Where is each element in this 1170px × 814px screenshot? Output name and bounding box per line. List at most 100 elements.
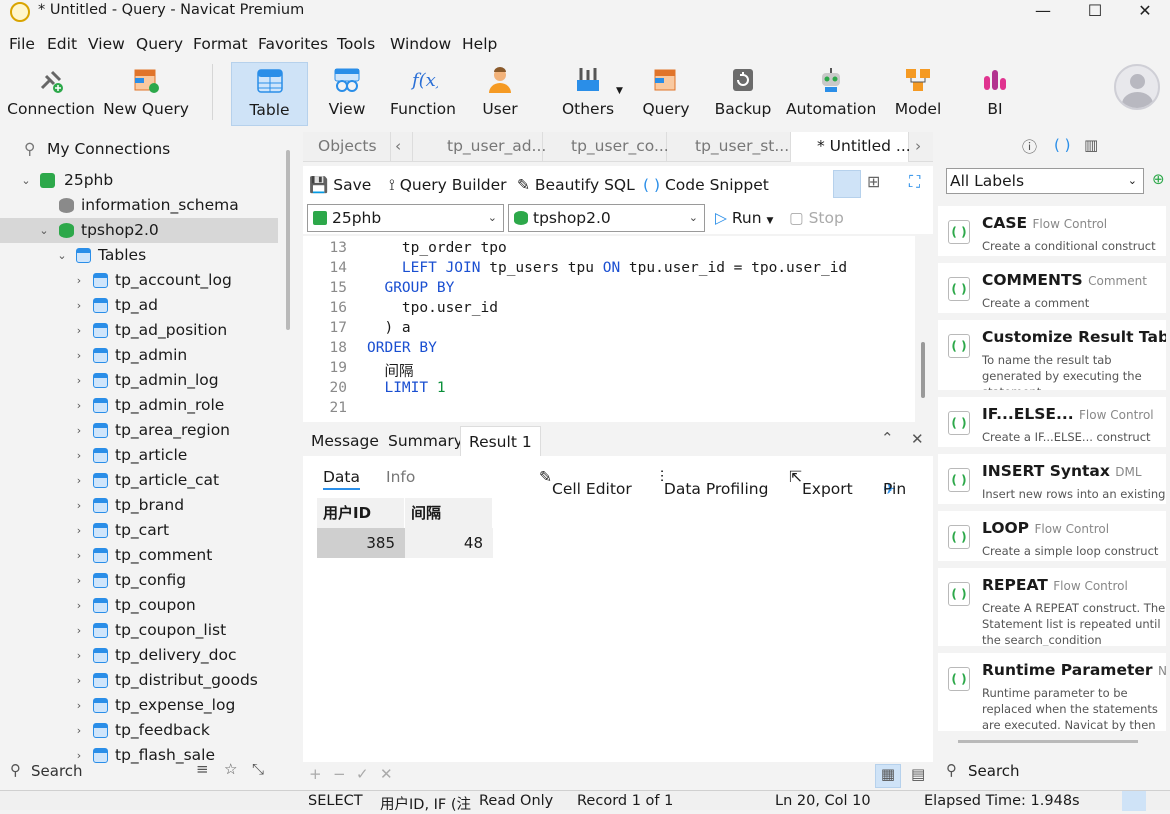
column-header[interactable]: 间隔 bbox=[405, 498, 493, 528]
tree-table-item[interactable]: › tp_delivery_doc bbox=[0, 643, 278, 668]
tree-table-item[interactable]: › tp_article_cat bbox=[0, 468, 278, 493]
tree-table-item[interactable]: › tp_feedback bbox=[0, 718, 278, 743]
tab-info[interactable]: Info bbox=[386, 468, 415, 486]
menu-tools[interactable]: Tools bbox=[337, 35, 375, 53]
braces-icon[interactable]: ( ) bbox=[1054, 136, 1070, 154]
tree-table-item[interactable]: › tp_cart bbox=[0, 518, 278, 543]
view-button[interactable]: View bbox=[314, 62, 380, 126]
tree-db-tpshop[interactable]: ⌄ tpshop2.0 bbox=[0, 218, 278, 243]
tree-table-item[interactable]: › tp_coupon_list bbox=[0, 618, 278, 643]
chevron-down-icon[interactable]: ⌄ bbox=[37, 218, 51, 243]
chevron-right-icon[interactable]: › bbox=[72, 543, 86, 568]
tree-search-input[interactable]: Search bbox=[31, 762, 83, 780]
connection-select[interactable]: 25phb ⌄ bbox=[307, 204, 504, 232]
tree-table-item[interactable]: › tp_ad bbox=[0, 293, 278, 318]
tree-table-item[interactable]: › tp_ad_position bbox=[0, 318, 278, 343]
sql-editor[interactable]: 13 tp_order tpo 14 LEFT JOIN tp_users tpu… bbox=[303, 236, 915, 422]
snippet-item[interactable]: ( ) CASE Flow Control Create a conditional… bbox=[938, 206, 1166, 256]
snippet-item[interactable]: ( ) INSERT Syntax DML Insert new rows into… bbox=[938, 454, 1166, 504]
menu-view[interactable]: View bbox=[88, 35, 125, 53]
tab-tp-user-ad[interactable]: tp_user_ad... bbox=[419, 132, 546, 162]
database-select[interactable]: tpshop2.0 ⌄ bbox=[508, 204, 705, 232]
label-filter-select[interactable]: All Labels ⌄ bbox=[946, 168, 1144, 194]
chevron-right-icon[interactable]: › bbox=[72, 643, 86, 668]
chevron-right-icon[interactable]: › bbox=[72, 618, 86, 643]
close-icon[interactable]: ✕ bbox=[911, 430, 924, 448]
chevron-right-icon[interactable]: › bbox=[72, 668, 86, 693]
filter-icon[interactable]: ≡ bbox=[196, 760, 209, 778]
fullscreen-icon[interactable]: ⛶ bbox=[909, 172, 920, 192]
tab-scroll-left-icon[interactable]: ‹ bbox=[391, 132, 413, 162]
chevron-right-icon[interactable]: › bbox=[72, 418, 86, 443]
tab-tp-user-co[interactable]: tp_user_co... bbox=[543, 132, 669, 162]
chevron-right-icon[interactable]: › bbox=[72, 293, 86, 318]
discard-icon[interactable]: ✕ bbox=[380, 765, 393, 783]
run-button[interactable]: ▷ Run ▼ bbox=[715, 209, 773, 227]
code-line[interactable]: ) a bbox=[367, 320, 410, 336]
chevron-right-icon[interactable]: › bbox=[72, 468, 86, 493]
add-snippet-icon[interactable]: ⊕ bbox=[1152, 170, 1165, 188]
tree-table-item[interactable]: › tp_admin_log bbox=[0, 368, 278, 393]
snippet-item[interactable]: ( ) Runtime Parameter Nav Runtime paramete… bbox=[938, 653, 1166, 731]
beautify-sql-button[interactable]: ✎ Beautify SQL bbox=[517, 176, 635, 194]
new-query-button[interactable]: New Query bbox=[100, 62, 192, 126]
column-header[interactable]: 用户ID bbox=[317, 498, 405, 528]
backup-button[interactable]: Backup bbox=[712, 62, 774, 126]
menu-favorites[interactable]: Favorites bbox=[258, 35, 328, 53]
menu-window[interactable]: Window bbox=[390, 35, 451, 53]
chevron-down-icon[interactable]: ⌄ bbox=[19, 168, 33, 193]
tree-table-item[interactable]: › tp_brand bbox=[0, 493, 278, 518]
tree-table-item[interactable]: › tp_expense_log bbox=[0, 693, 278, 718]
others-dropdown-icon[interactable]: ▼ bbox=[616, 86, 623, 96]
query-builder-button[interactable]: ⟟ Query Builder bbox=[389, 176, 507, 195]
stop-button[interactable]: ▢ Stop bbox=[789, 209, 844, 227]
chevron-right-icon[interactable]: › bbox=[72, 693, 86, 718]
collapse-up-icon[interactable]: ⌃ bbox=[881, 429, 894, 447]
info-icon[interactable]: ⓘ bbox=[1022, 136, 1037, 157]
code-line[interactable]: ORDER BY bbox=[367, 340, 437, 356]
snippet-item[interactable]: ( ) Customize Result Tab To name the resu… bbox=[938, 320, 1166, 390]
apply-icon[interactable]: ✓ bbox=[356, 765, 369, 783]
menu-query[interactable]: Query bbox=[136, 35, 183, 53]
tab-summary[interactable]: Summary bbox=[380, 426, 471, 456]
delete-row-icon[interactable]: − bbox=[333, 765, 346, 783]
menu-edit[interactable]: Edit bbox=[47, 35, 77, 53]
tree-scrollbar[interactable] bbox=[286, 150, 290, 330]
star-icon[interactable]: ☆ bbox=[224, 760, 237, 778]
tree-table-item[interactable]: › tp_admin bbox=[0, 343, 278, 368]
chevron-right-icon[interactable]: › bbox=[72, 568, 86, 593]
tree-table-item[interactable]: › tp_distribut_goods bbox=[0, 668, 278, 693]
chevron-right-icon[interactable]: › bbox=[72, 318, 86, 343]
chevron-right-icon[interactable]: › bbox=[72, 343, 86, 368]
layout-toggle-icon[interactable] bbox=[1122, 791, 1146, 811]
chevron-right-icon[interactable]: › bbox=[72, 368, 86, 393]
tree-table-item[interactable]: › tp_admin_role bbox=[0, 393, 278, 418]
collapse-icon[interactable]: ⤡ bbox=[252, 760, 264, 778]
chevron-right-icon[interactable]: › bbox=[72, 493, 86, 518]
tab-scroll-right-icon[interactable]: › bbox=[911, 132, 933, 162]
close-button[interactable]: ✕ bbox=[1120, 0, 1170, 26]
data-profiling-button[interactable]: ⫶ Data Profiling bbox=[660, 468, 768, 498]
tab-message[interactable]: Message bbox=[303, 426, 387, 456]
maximize-button[interactable]: ☐ bbox=[1070, 0, 1120, 26]
chevron-down-icon[interactable]: ⌄ bbox=[55, 243, 69, 268]
chevron-right-icon[interactable]: › bbox=[72, 593, 86, 618]
snippet-item[interactable]: ( ) REPEAT Flow Control Create A REPEAT co… bbox=[938, 568, 1166, 646]
connection-button[interactable]: Connection bbox=[6, 62, 96, 126]
layout-icon[interactable]: ▥ bbox=[1084, 136, 1098, 154]
editor-scrollbar[interactable] bbox=[921, 342, 925, 398]
model-button[interactable]: Model bbox=[888, 62, 948, 126]
user-avatar[interactable] bbox=[1114, 64, 1160, 110]
tab-untitled-query[interactable]: * Untitled ... bbox=[791, 132, 911, 162]
tree-connection-25phb[interactable]: ⌄ 25phb bbox=[0, 168, 278, 193]
add-row-icon[interactable]: + bbox=[309, 765, 322, 783]
tree-tables-folder[interactable]: ⌄ Tables bbox=[0, 243, 278, 268]
grid-cell[interactable]: 48 bbox=[405, 528, 493, 558]
tree-table-item[interactable]: › tp_account_log bbox=[0, 268, 278, 293]
export-button[interactable]: ⇱ Export bbox=[789, 468, 853, 498]
tree-table-item[interactable]: › tp_comment bbox=[0, 543, 278, 568]
others-button[interactable]: Others bbox=[550, 62, 626, 126]
minimize-button[interactable]: — bbox=[1018, 0, 1068, 26]
grid-view-icon[interactable]: ▦ bbox=[875, 764, 901, 788]
snippet-search-input[interactable]: Search bbox=[968, 762, 1020, 780]
